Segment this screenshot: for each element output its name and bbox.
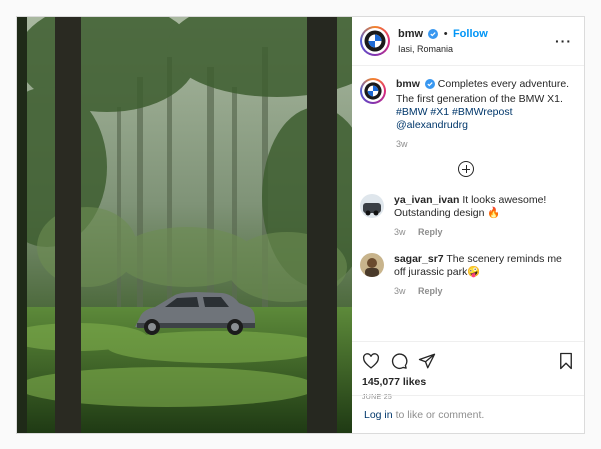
comment-item: ya_ivan_ivan It looks awesome! Outstandi… bbox=[360, 194, 572, 239]
bmw-logo-icon bbox=[364, 30, 386, 52]
comment-bubble-icon[interactable] bbox=[390, 352, 408, 370]
post-card: bmw • Follow Iasi, Romania ··· bmw Compl… bbox=[16, 16, 585, 434]
post-sidebar: bmw • Follow Iasi, Romania ··· bmw Compl… bbox=[352, 17, 584, 433]
share-send-icon[interactable] bbox=[418, 352, 436, 370]
login-text: to like or comment. bbox=[395, 408, 485, 421]
login-prompt: Log in to like or comment. bbox=[352, 395, 584, 433]
save-bookmark-icon[interactable] bbox=[558, 352, 574, 370]
caption-text: Completes every adventure. The first gen… bbox=[396, 78, 570, 105]
likes-count[interactable]: 145,077 likes bbox=[362, 376, 574, 388]
reply-button[interactable]: Reply bbox=[418, 227, 443, 237]
caption-tags[interactable]: #BMW #X1 #BMWrepost @alexandrudrg bbox=[396, 106, 572, 132]
post-photo[interactable] bbox=[17, 17, 352, 433]
caption: bmw Completes every adventure. The first… bbox=[360, 78, 572, 151]
avatar[interactable] bbox=[360, 26, 390, 56]
post-actions: 145,077 likes JUNE 25 bbox=[352, 341, 584, 401]
bmw-logo-icon bbox=[364, 82, 382, 100]
caption-avatar[interactable] bbox=[360, 78, 386, 104]
verified-badge-icon bbox=[424, 79, 435, 93]
login-link[interactable]: Log in bbox=[364, 409, 393, 421]
follow-button[interactable]: Follow bbox=[453, 28, 488, 40]
reply-button[interactable]: Reply bbox=[418, 286, 443, 296]
comment-username[interactable]: ya_ivan_ivan bbox=[394, 194, 459, 206]
more-options-icon[interactable]: ··· bbox=[555, 33, 572, 49]
load-more-plus-icon[interactable] bbox=[458, 161, 474, 177]
comment-item: sagar_sr7 The scenery reminds me off jur… bbox=[360, 253, 572, 298]
comment-username[interactable]: sagar_sr7 bbox=[394, 253, 444, 265]
forest-car-image bbox=[17, 17, 352, 433]
separator-dot: • bbox=[443, 28, 448, 40]
post-location[interactable]: Iasi, Romania bbox=[398, 42, 488, 56]
caption-time[interactable]: 3w bbox=[396, 139, 408, 149]
like-heart-icon[interactable] bbox=[362, 353, 380, 369]
caption-username[interactable]: bmw bbox=[396, 78, 420, 90]
post-header: bmw • Follow Iasi, Romania ··· bbox=[352, 17, 584, 66]
comment-time[interactable]: 3w bbox=[394, 286, 406, 296]
comments-section: bmw Completes every adventure. The first… bbox=[352, 66, 584, 341]
comment-time[interactable]: 3w bbox=[394, 227, 406, 237]
verified-badge-icon bbox=[428, 28, 439, 42]
commenter-avatar[interactable] bbox=[360, 194, 384, 218]
post-username[interactable]: bmw bbox=[398, 28, 423, 40]
commenter-avatar[interactable] bbox=[360, 253, 384, 277]
